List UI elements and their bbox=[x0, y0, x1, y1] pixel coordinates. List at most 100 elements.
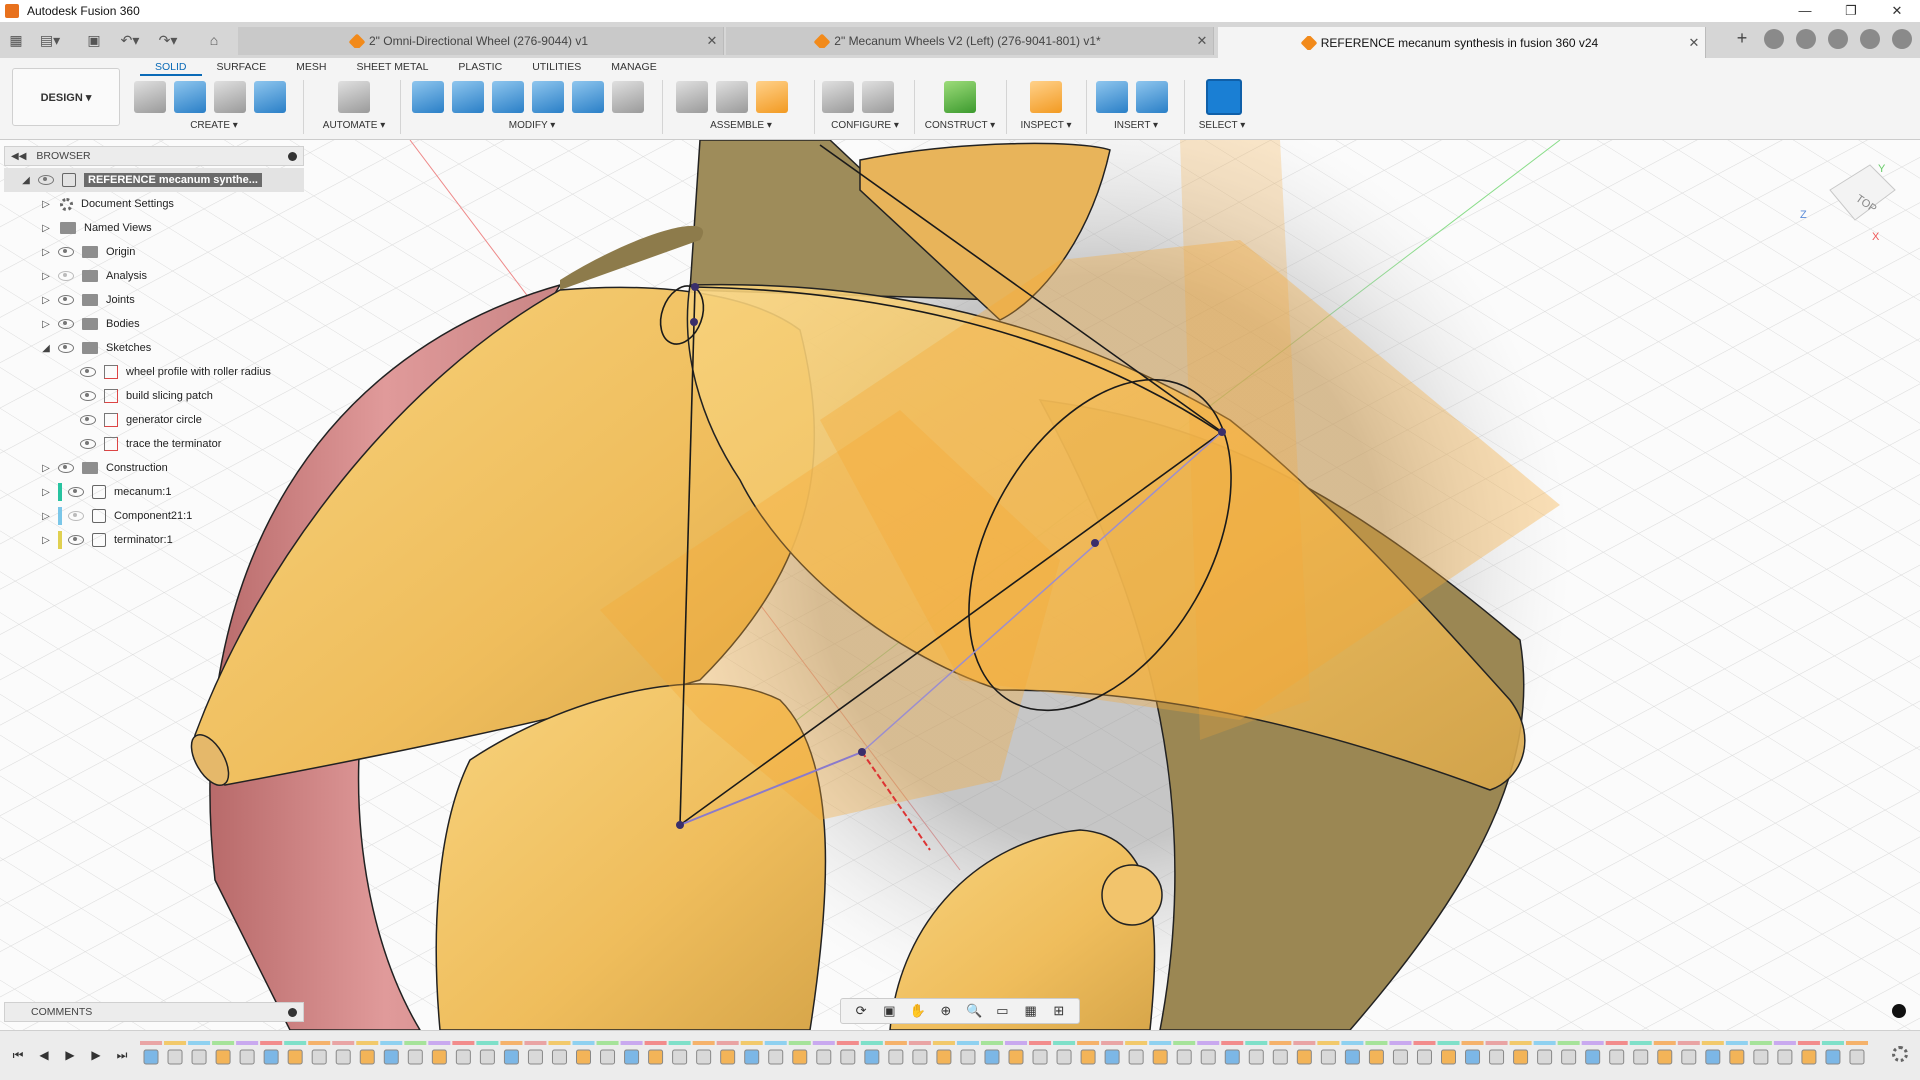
apps-grid-icon[interactable]: ▦ bbox=[4, 28, 28, 52]
tree-node-construction[interactable]: ▷ Construction bbox=[4, 456, 304, 480]
tree-node-document-settings[interactable]: ▷ Document Settings bbox=[4, 192, 304, 216]
zoom-icon[interactable]: ⊕ bbox=[938, 1003, 954, 1019]
combine-icon[interactable] bbox=[572, 81, 604, 113]
visibility-eye-icon[interactable] bbox=[80, 439, 96, 449]
sketch-point[interactable] bbox=[691, 283, 699, 291]
timeline-feature-icon[interactable] bbox=[1777, 1049, 1793, 1065]
timeline-feature-icon[interactable] bbox=[696, 1049, 712, 1065]
measure-icon[interactable] bbox=[1030, 81, 1062, 113]
visibility-eye-off-icon[interactable] bbox=[68, 511, 84, 521]
select-menu[interactable]: SELECT ▾ bbox=[1192, 120, 1252, 131]
revolve-icon[interactable] bbox=[214, 81, 246, 113]
assemble-menu[interactable]: ASSEMBLE ▾ bbox=[676, 120, 806, 131]
automate-menu[interactable]: AUTOMATE ▾ bbox=[318, 120, 390, 131]
timeline-feature-icon[interactable] bbox=[936, 1049, 952, 1065]
caret-right-icon[interactable]: ▷ bbox=[40, 295, 52, 306]
tree-node-bodies[interactable]: ▷ Bodies bbox=[4, 312, 304, 336]
undo-icon[interactable]: ↶▾ bbox=[116, 28, 144, 52]
visibility-eye-icon[interactable] bbox=[80, 367, 96, 377]
fullscreen-icon[interactable] bbox=[1892, 1004, 1906, 1018]
tree-root[interactable]: ◢ REFERENCE mecanum synthe... bbox=[4, 168, 304, 192]
help-icon[interactable] bbox=[1860, 29, 1880, 49]
restore-button[interactable]: ❐ bbox=[1828, 0, 1874, 22]
close-tab-icon[interactable]: ✕ bbox=[701, 33, 723, 49]
visibility-eye-icon[interactable] bbox=[80, 391, 96, 401]
move-icon[interactable] bbox=[612, 81, 644, 113]
document-tab-1[interactable]: 2" Omni-Directional Wheel (276-9044) v1 … bbox=[238, 27, 724, 55]
visibility-eye-icon[interactable] bbox=[80, 415, 96, 425]
workspace-switcher[interactable]: DESIGN ▾ bbox=[12, 68, 120, 126]
pin-icon[interactable] bbox=[288, 151, 297, 161]
timeline-feature-icon[interactable] bbox=[576, 1049, 591, 1065]
timeline-feature-icon[interactable] bbox=[1128, 1049, 1144, 1065]
timeline-feature-icon[interactable] bbox=[215, 1049, 231, 1065]
configure-table-icon[interactable] bbox=[862, 81, 894, 113]
timeline-feature-icon[interactable] bbox=[263, 1049, 279, 1065]
tab-surface[interactable]: SURFACE bbox=[202, 58, 282, 76]
timeline-feature-icon[interactable] bbox=[768, 1049, 784, 1065]
extensions-icon[interactable] bbox=[1764, 29, 1784, 49]
timeline-feature-icon[interactable] bbox=[527, 1049, 543, 1065]
insert-derive-icon[interactable] bbox=[1096, 81, 1128, 113]
tree-node-origin[interactable]: ▷ Origin bbox=[4, 240, 304, 264]
timeline-feature-icon[interactable] bbox=[1416, 1049, 1432, 1065]
display-settings-icon[interactable]: ▭ bbox=[994, 1003, 1010, 1019]
timeline-feature-icon[interactable] bbox=[1320, 1049, 1336, 1065]
new-component-icon[interactable] bbox=[676, 81, 708, 113]
tree-node-sketch[interactable]: generator circle bbox=[4, 408, 304, 432]
timeline-feature-icon[interactable] bbox=[1537, 1049, 1553, 1065]
sketch-point[interactable] bbox=[690, 318, 698, 326]
sketch-point[interactable] bbox=[858, 748, 866, 756]
timeline-feature-icon[interactable] bbox=[648, 1049, 664, 1065]
view-cube[interactable]: TOP Z X Y bbox=[1800, 150, 1896, 243]
caret-right-icon[interactable]: ▷ bbox=[40, 223, 52, 234]
close-tab-icon[interactable]: ✕ bbox=[1683, 35, 1705, 51]
fillet-icon[interactable] bbox=[452, 81, 484, 113]
timeline-feature-icon[interactable] bbox=[1152, 1049, 1168, 1065]
tab-solid[interactable]: SOLID bbox=[140, 58, 202, 76]
insert-canvas-icon[interactable] bbox=[1136, 81, 1168, 113]
document-tab-2[interactable]: 2" Mecanum Wheels V2 (Left) (276-9041-80… bbox=[726, 27, 1214, 55]
timeline-feature-icon[interactable] bbox=[1681, 1049, 1697, 1065]
visibility-eye-icon[interactable] bbox=[58, 343, 74, 353]
timeline-feature-icon[interactable] bbox=[1489, 1049, 1505, 1065]
timeline-feature-icon[interactable] bbox=[1080, 1049, 1096, 1065]
caret-right-icon[interactable]: ▷ bbox=[40, 463, 52, 474]
tree-node-joints[interactable]: ▷ Joints bbox=[4, 288, 304, 312]
timeline-feature-icon[interactable] bbox=[1008, 1049, 1024, 1065]
tree-node-sketch[interactable]: wheel profile with roller radius bbox=[4, 360, 304, 384]
visibility-eye-icon[interactable] bbox=[68, 535, 84, 545]
timeline-feature-icon[interactable] bbox=[1849, 1049, 1865, 1065]
extrude-icon[interactable] bbox=[174, 81, 206, 113]
go-to-start-icon[interactable]: ⏮ bbox=[10, 1048, 26, 1063]
visibility-eye-icon[interactable] bbox=[58, 247, 74, 257]
tree-node-component[interactable]: ▷ terminator:1 bbox=[4, 528, 304, 552]
timeline-feature-icon[interactable] bbox=[1272, 1049, 1288, 1065]
caret-down-icon[interactable]: ◢ bbox=[40, 343, 52, 354]
collapse-panel-icon[interactable]: ◀◀ bbox=[11, 151, 26, 162]
file-menu-icon[interactable]: ▤▾ bbox=[36, 28, 64, 52]
comments-header[interactable]: COMMENTS bbox=[4, 1002, 304, 1022]
tab-utilities[interactable]: UTILITIES bbox=[517, 58, 596, 76]
timeline-feature-icon[interactable] bbox=[1657, 1049, 1673, 1065]
sketch-point[interactable] bbox=[1218, 428, 1226, 436]
timeline-feature-icon[interactable] bbox=[1368, 1049, 1384, 1065]
caret-down-icon[interactable]: ◢ bbox=[20, 175, 32, 186]
timeline-feature-icon[interactable] bbox=[744, 1049, 760, 1065]
timeline-settings-gear-icon[interactable] bbox=[1892, 1046, 1908, 1062]
timeline-feature-icon[interactable] bbox=[624, 1049, 640, 1065]
viewports-icon[interactable]: ⊞ bbox=[1051, 1003, 1067, 1019]
timeline-feature-icon[interactable] bbox=[503, 1049, 519, 1065]
timeline-feature-icon[interactable] bbox=[143, 1049, 159, 1065]
timeline-feature-icon[interactable] bbox=[816, 1049, 832, 1065]
tab-manage[interactable]: MANAGE bbox=[596, 58, 672, 76]
visibility-eye-icon[interactable] bbox=[58, 319, 74, 329]
timeline-feature-icon[interactable] bbox=[1200, 1049, 1216, 1065]
timeline-feature-icon[interactable] bbox=[1392, 1049, 1408, 1065]
minimize-button[interactable]: — bbox=[1782, 0, 1828, 22]
add-comment-icon[interactable] bbox=[288, 1007, 297, 1017]
timeline-feature-icon[interactable] bbox=[1104, 1049, 1120, 1065]
timeline-feature-icon[interactable] bbox=[792, 1049, 808, 1065]
avatar[interactable] bbox=[1892, 29, 1912, 49]
timeline-feature-icon[interactable] bbox=[1248, 1049, 1264, 1065]
